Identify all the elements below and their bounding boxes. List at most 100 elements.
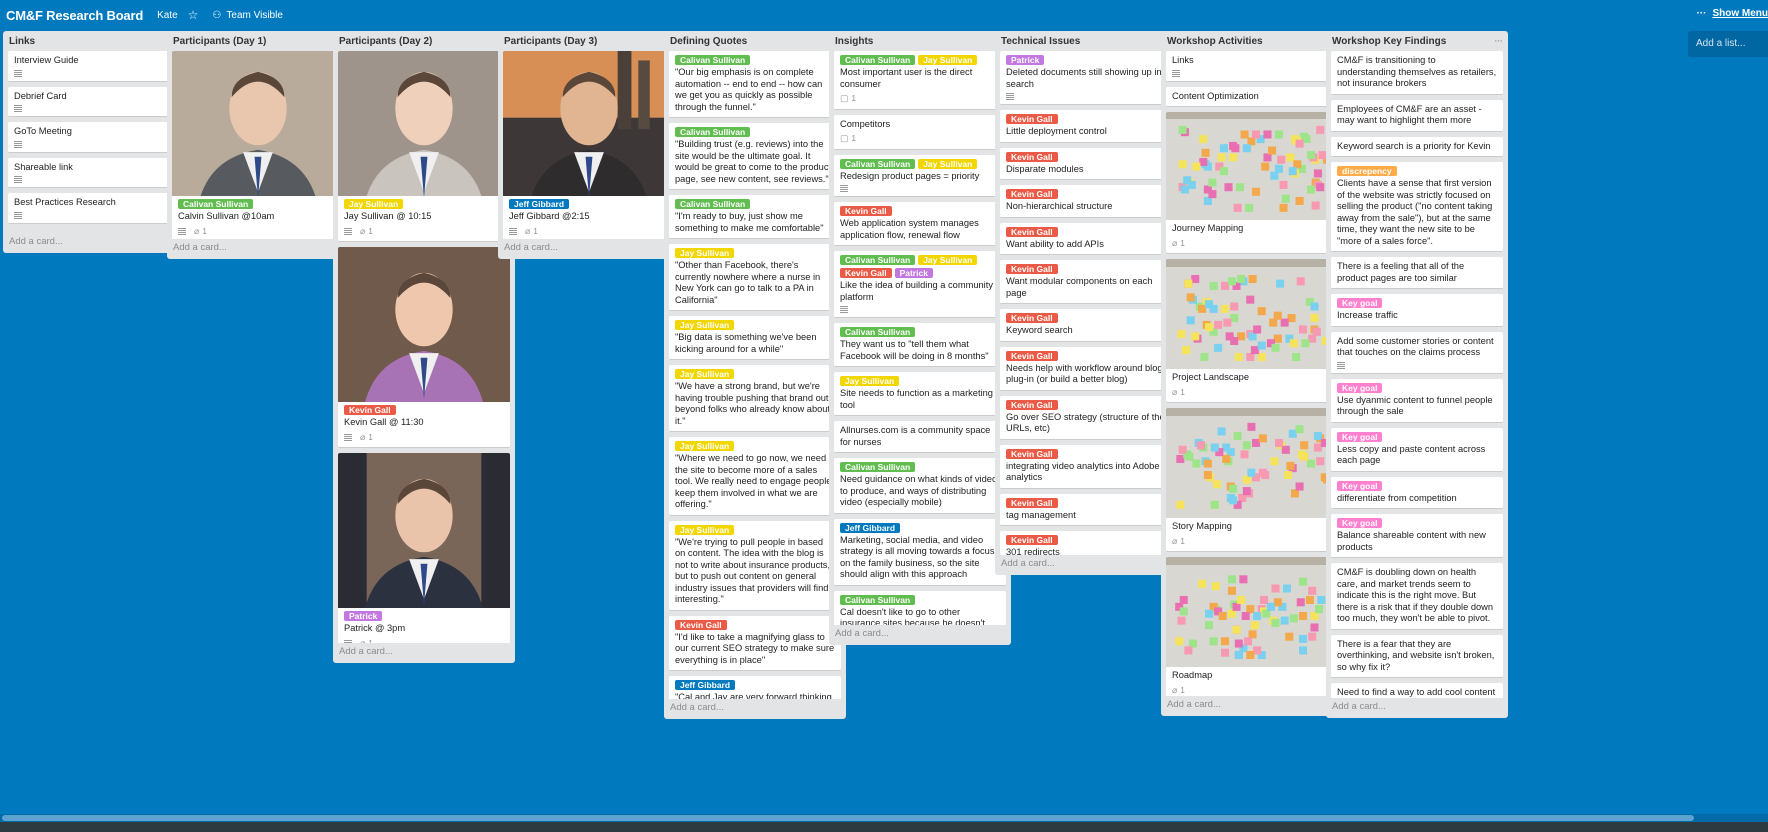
add-card-button[interactable]: Add a card... bbox=[3, 233, 69, 253]
board-user[interactable]: Kate bbox=[157, 10, 178, 21]
card-label[interactable]: Key goal bbox=[1337, 480, 1383, 491]
card-label[interactable]: Key goal bbox=[1337, 298, 1383, 308]
card[interactable]: Kevin Gall Disparate modules bbox=[1000, 147, 1172, 180]
card-label[interactable]: Jay Sullivan bbox=[675, 248, 735, 258]
card[interactable]: Calivan Sullivan Jay Sullivan Kevin Gall Pa… bbox=[834, 251, 1006, 318]
show-menu-button[interactable]: ··· Show Menu bbox=[1696, 8, 1768, 19]
card-label[interactable]: Jay Sullivan bbox=[675, 369, 735, 379]
card-label[interactable]: Key goal bbox=[1337, 518, 1383, 528]
card-label[interactable]: Kevin Gall bbox=[1006, 535, 1058, 545]
card[interactable]: GoTo Meeting bbox=[8, 122, 180, 153]
card[interactable]: Kevin Gall integrating video analytics in… bbox=[1000, 444, 1172, 489]
card[interactable]: Key goal Increase traffic bbox=[1331, 294, 1503, 327]
card-label[interactable]: Calivan Sullivan bbox=[840, 255, 916, 265]
card[interactable]: Calivan Sullivan "Building trust (e.g. re… bbox=[669, 123, 841, 190]
card[interactable]: Kevin Gall Want modular components on eac… bbox=[1000, 260, 1172, 304]
card-label[interactable]: Calivan Sullivan bbox=[178, 199, 254, 209]
list-menu-icon[interactable]: ··· bbox=[1494, 35, 1503, 47]
card[interactable]: Add some customer stories or content tha… bbox=[1331, 331, 1503, 374]
list-title[interactable]: Defining Quotes bbox=[670, 36, 747, 47]
card[interactable]: Calivan Sullivan Jay Sullivan Most importa… bbox=[834, 51, 1006, 110]
card-label[interactable]: Jay Sullivan bbox=[675, 524, 735, 535]
card[interactable]: Kevin Gall Little deployment control bbox=[1000, 110, 1172, 143]
card-label[interactable]: Calivan Sullivan bbox=[675, 199, 751, 209]
card-label[interactable]: Jay Sullivan bbox=[344, 199, 404, 209]
card-label[interactable]: Calivan Sullivan bbox=[675, 55, 751, 65]
star-icon[interactable]: ☆ bbox=[188, 8, 199, 22]
card[interactable]: Kevin Gall Kevin Gall @ 11:30 ⌀ 1 bbox=[338, 247, 510, 448]
card[interactable]: Key goal Less copy and paste content acro… bbox=[1331, 427, 1503, 472]
add-list-button[interactable]: Add a list... bbox=[1688, 31, 1768, 57]
card[interactable]: Story Mapping ⌀ 1 bbox=[1166, 408, 1338, 552]
card-label[interactable]: Calivan Sullivan bbox=[675, 127, 751, 137]
card[interactable]: Key goal Balance shareable content with n… bbox=[1331, 514, 1503, 558]
card[interactable]: Kevin Gall Web application system manages… bbox=[834, 202, 1006, 246]
card[interactable]: Calivan Sullivan They want us to "tell th… bbox=[834, 323, 1006, 367]
card-label[interactable]: Kevin Gall bbox=[1006, 264, 1058, 274]
card[interactable]: Kevin Gall Go over SEO strategy (structur… bbox=[1000, 395, 1172, 440]
card[interactable]: Jay Sullivan "We're trying to pull people… bbox=[669, 520, 841, 611]
card[interactable]: CM&F is doubling down on health care, an… bbox=[1331, 563, 1503, 630]
card[interactable]: Jay Sullivan "Where we need to go now, we… bbox=[669, 437, 841, 516]
card-label[interactable]: Jay Sullivan bbox=[918, 158, 978, 169]
card-label[interactable]: Kevin Gall bbox=[1006, 350, 1058, 361]
card[interactable]: Interview Guide bbox=[8, 51, 180, 82]
card[interactable]: Journey Mapping ⌀ 1 bbox=[1166, 112, 1338, 254]
list-title[interactable]: Participants (Day 3) bbox=[504, 36, 597, 47]
list-title[interactable]: Workshop Activities bbox=[1167, 36, 1263, 47]
card[interactable]: Roadmap ⌀ 1 bbox=[1166, 557, 1338, 696]
card-label[interactable]: Patrick bbox=[344, 611, 383, 621]
card[interactable]: Kevin Gall Keyword search bbox=[1000, 309, 1172, 342]
card-cover-image[interactable] bbox=[338, 453, 510, 608]
card[interactable]: Best Practices Research bbox=[8, 193, 180, 224]
add-card-button[interactable]: Add a card... bbox=[333, 643, 399, 663]
list-title[interactable]: Insights bbox=[835, 36, 873, 47]
card-label[interactable]: Kevin Gall bbox=[1006, 189, 1058, 199]
card[interactable]: Jeff Gibbard Jeff Gibbard @2:15 ⌀ 1 bbox=[503, 51, 675, 239]
card[interactable]: Allnurses.com is a community space for n… bbox=[834, 421, 1006, 453]
card[interactable]: Jay Sullivan "We have a strong brand, but… bbox=[669, 365, 841, 432]
card-label[interactable]: Kevin Gall bbox=[1006, 226, 1058, 237]
card[interactable]: Jeff Gibbard Marketing, social media, and… bbox=[834, 518, 1006, 586]
card[interactable]: Calivan Sullivan Calvin Sullivan @10am ⌀ 1 bbox=[172, 51, 344, 239]
card-cover-image[interactable] bbox=[338, 51, 510, 196]
card-label[interactable]: Kevin Gall bbox=[1006, 448, 1058, 459]
card-label[interactable]: Jay Sullivan bbox=[675, 441, 735, 451]
add-card-button[interactable]: Add a card... bbox=[664, 699, 730, 719]
card[interactable]: There is a feeling that all of the produ… bbox=[1331, 257, 1503, 289]
card-label[interactable]: Jay Sullivan bbox=[675, 320, 735, 330]
card-label[interactable]: Kevin Gall bbox=[1006, 151, 1058, 162]
card-label[interactable]: Kevin Gall bbox=[1006, 313, 1058, 323]
card[interactable]: Jay Sullivan Jay Sullivan @ 10:15 ⌀ 1 bbox=[338, 51, 510, 242]
card[interactable]: There is a fear that they are overthinki… bbox=[1331, 634, 1503, 678]
list-title[interactable]: Technical Issues bbox=[1001, 36, 1080, 47]
card[interactable]: Calivan Sullivan "I'm ready to buy, just … bbox=[669, 195, 841, 239]
card-label[interactable]: Patrick bbox=[894, 268, 933, 278]
card[interactable]: Shareable link bbox=[8, 157, 180, 188]
card[interactable]: Key goal Use dyanmic content to funnel pe… bbox=[1331, 378, 1503, 423]
card[interactable]: Kevin Gall tag management bbox=[1000, 493, 1172, 526]
card-label[interactable]: discrepency bbox=[1337, 166, 1397, 176]
card-label[interactable]: Jay Sullivan bbox=[918, 255, 978, 265]
list-title[interactable]: Links bbox=[9, 36, 35, 47]
card[interactable]: Kevin Gall Want ability to add APIs bbox=[1000, 222, 1172, 255]
card[interactable]: Calivan Sullivan Cal doesn't like to go t… bbox=[834, 590, 1006, 625]
card-cover-image[interactable] bbox=[1166, 259, 1338, 369]
card-label[interactable]: Calivan Sullivan bbox=[840, 594, 916, 605]
card-cover-image[interactable] bbox=[1166, 112, 1338, 220]
add-card-button[interactable]: Add a card... bbox=[498, 239, 564, 259]
card[interactable]: Calivan Sullivan "Our big emphasis is on … bbox=[669, 51, 841, 118]
card[interactable]: Debrief Card bbox=[8, 86, 180, 117]
card[interactable]: Jay Sullivan Site needs to function as a … bbox=[834, 372, 1006, 416]
card[interactable]: Competitors ▢ 1 bbox=[834, 114, 1006, 150]
card[interactable]: Calivan Sullivan Jay Sullivan Redesign pro… bbox=[834, 154, 1006, 197]
card[interactable]: Jay Sullivan "Other than Facebook, there'… bbox=[669, 244, 841, 311]
card-label[interactable]: Key goal bbox=[1337, 382, 1383, 393]
add-card-button[interactable]: Add a card... bbox=[829, 625, 895, 645]
card-label[interactable]: Kevin Gall bbox=[840, 268, 892, 278]
card[interactable]: Content Optimization bbox=[1166, 86, 1338, 107]
card[interactable]: Kevin Gall Needs help with workflow aroun… bbox=[1000, 346, 1172, 391]
card[interactable]: Keyword search is a priority for Kevin bbox=[1331, 136, 1503, 157]
card-cover-image[interactable] bbox=[503, 51, 675, 196]
visibility-button[interactable]: ⚇ Team Visible bbox=[212, 10, 282, 21]
